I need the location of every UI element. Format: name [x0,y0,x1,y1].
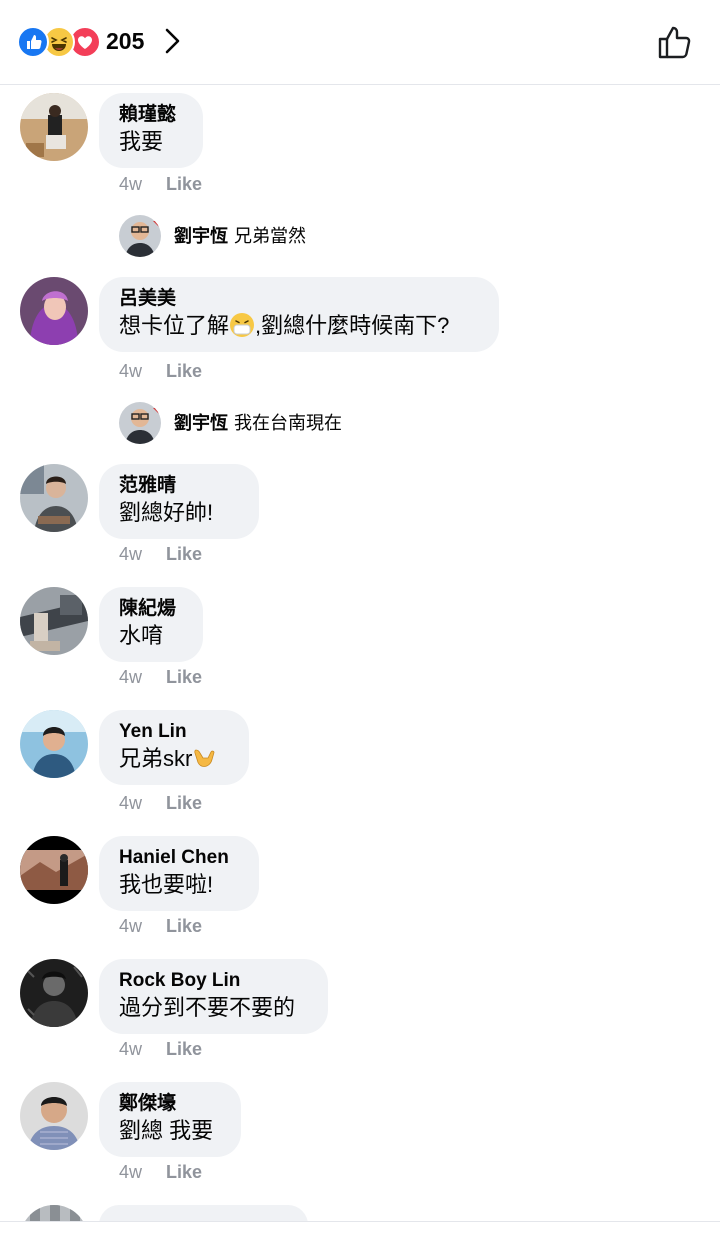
like-button[interactable]: Like [166,1162,202,1182]
comment-author[interactable]: Rock Boy Lin [119,969,308,993]
like-button[interactable]: Like [166,916,202,936]
comment-time: 4w [119,916,143,936]
like-button[interactable]: Like [166,174,202,194]
comment-author[interactable]: 賴瑾懿 [119,103,183,127]
comment-meta: 4w Like [119,791,202,815]
comment-time: 4w [119,1039,143,1059]
comment-text: 想卡位了解 ,劉總什麼時候南下? [119,312,450,338]
call-me-hand-emoji [192,745,218,771]
avatar[interactable] [20,836,88,904]
comment-text: 劉總好帥! [119,500,214,525]
comment-meta: 4w Like [119,1160,202,1184]
comment-text: 兄弟skr [119,744,229,774]
avatar[interactable] [20,93,88,161]
avatar[interactable] [119,215,161,257]
avatar[interactable] [20,1205,88,1221]
avatar[interactable] [20,1082,88,1150]
comment-bubble: 呂美美 想卡位了解 ,劉總什麼時候南下? [99,277,499,352]
like-button[interactable]: Like [166,793,202,813]
like-button[interactable]: Like [166,361,202,381]
divider [0,1221,720,1222]
reply-text: 兄弟當然 [234,226,306,246]
comment-author[interactable]: 陳紀煬 [119,597,183,621]
comment-author[interactable]: Yen Lin [119,720,229,744]
comment-time: 4w [119,667,143,687]
comment-text: 我要 [119,129,164,154]
comment-author[interactable]: 范雅晴 [119,474,239,498]
like-button[interactable]: Like [166,1039,202,1059]
avatar[interactable] [20,710,88,778]
comment-author[interactable]: Haniel Chen [119,846,239,870]
comment-author[interactable]: 鄭傑壕 [119,1092,221,1116]
comment-meta: 4w Like [119,1037,202,1061]
comment-time: 4w [119,793,143,813]
reply-author[interactable]: 劉宇恆 [174,226,228,246]
comment-bubble: Yen Lin 兄弟skr [99,710,249,785]
comment-meta: 4w Like [119,359,202,383]
comment-time: 4w [119,361,143,381]
reactions-header: 205 [0,0,720,85]
avatar[interactable] [20,464,88,532]
avatar[interactable] [20,587,88,655]
thumbs-up-icon[interactable] [655,22,695,67]
reply-author[interactable]: 劉宇恆 [174,413,228,433]
comment-bubble: 范雅晴 劉總好帥! [99,464,259,539]
comment-bubble: Rock Boy Lin 過分到不要不要的 [99,959,328,1034]
chevron-right-icon[interactable] [162,26,184,61]
comment-bubble: 陳紀煬 水唷 [99,587,203,662]
comment-bubble: Haniel Chen 我也要啦! [99,836,259,911]
comment-meta: 4w Like [119,665,202,689]
like-reaction-icon [17,26,49,58]
comment-meta: 4w Like [119,914,202,938]
reaction-count[interactable]: 205 [106,26,144,56]
comment-text: 我也要啦! [119,872,214,897]
reply-text: 我在台南現在 [234,413,342,433]
avatar[interactable] [20,277,88,345]
like-button[interactable]: Like [166,544,202,564]
avatar[interactable] [119,402,161,444]
comment-time: 4w [119,174,143,194]
like-button[interactable]: Like [166,667,202,687]
comment-bubble: 賴瑾懿 我要 [99,93,203,168]
comment-meta: 4w Like [119,542,202,566]
comment-author[interactable]: 呂美美 [119,287,479,311]
comment-text: 劉總 我要 [119,1118,214,1143]
comment-bubble: 鄭傑壕 劉總 我要 [99,1082,241,1157]
avatar[interactable] [20,959,88,1027]
comment-bubble [99,1205,308,1221]
comment-meta: 4w Like [119,172,202,196]
comment-time: 4w [119,544,143,564]
smiling-face-with-medical-mask-emoji [229,312,255,338]
comment-time: 4w [119,1162,143,1182]
comment-text: 過分到不要不要的 [119,995,296,1020]
comment-item-partial [0,1205,720,1221]
comment-text: 水唷 [119,623,164,648]
